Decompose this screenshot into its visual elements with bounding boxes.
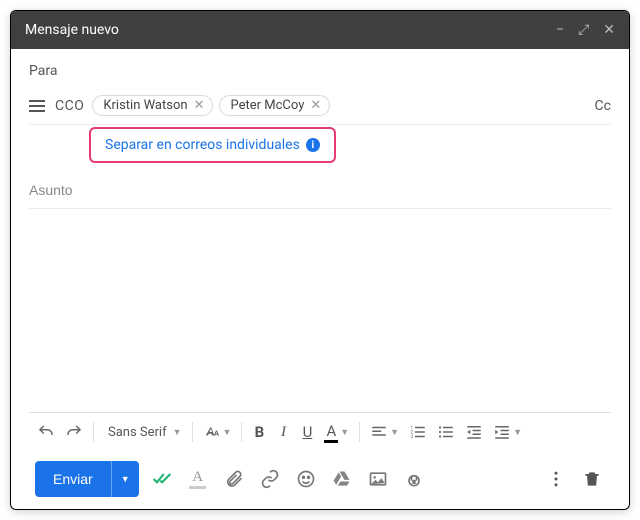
subject-row — [29, 171, 611, 209]
bcc-label[interactable]: CCO — [55, 98, 84, 114]
attachment-icon[interactable] — [221, 466, 247, 492]
image-icon[interactable] — [365, 466, 391, 492]
recipient-chip[interactable]: Peter McCoy ✕ — [219, 95, 330, 116]
close-icon[interactable]: ✕ — [603, 22, 615, 38]
compose-window: Mensaje nuevo − ⤢ ✕ Para CCO Kristin Wat… — [10, 10, 630, 510]
send-button[interactable]: Enviar — [35, 461, 111, 497]
chevron-down-icon: ▼ — [173, 427, 182, 438]
font-size-button[interactable]: ▼ — [199, 419, 236, 445]
chip-remove-icon[interactable]: ✕ — [310, 98, 321, 113]
font-family-select[interactable]: Sans Serif▼ — [100, 419, 186, 445]
menu-icon[interactable] — [29, 100, 45, 112]
to-label: Para — [29, 63, 57, 79]
recipients-row: CCO Kristin Watson ✕ Peter McCoy ✕ Cc — [29, 87, 611, 125]
subject-input[interactable] — [29, 174, 611, 206]
cc-toggle[interactable]: Cc — [595, 98, 611, 114]
svg-text:3: 3 — [411, 434, 414, 440]
double-check-icon[interactable] — [149, 466, 175, 492]
send-options-button[interactable]: ▼ — [111, 461, 139, 497]
text-style-button[interactable]: A — [185, 466, 211, 492]
ordered-list-button[interactable]: 123 — [405, 419, 431, 445]
expand-icon[interactable]: ⤢ — [578, 22, 589, 38]
more-options-icon[interactable] — [543, 466, 569, 492]
chevron-down-icon: ▼ — [121, 474, 130, 484]
minimize-icon[interactable]: − — [556, 22, 564, 38]
recipient-chip[interactable]: Kristin Watson ✕ — [92, 95, 213, 116]
info-icon[interactable]: i — [306, 138, 320, 152]
split-link-text: Separar en correos individuales — [105, 137, 300, 153]
chip-remove-icon[interactable]: ✕ — [194, 98, 205, 113]
bottom-bar: Enviar ▼ A — [29, 451, 611, 509]
format-toolbar: Sans Serif▼ ▼ B I U A▼ ▼ 123 ▼ — [29, 412, 611, 451]
confidential-icon[interactable] — [401, 466, 427, 492]
drive-icon[interactable] — [329, 466, 355, 492]
align-button[interactable]: ▼ — [366, 419, 403, 445]
italic-button[interactable]: I — [272, 419, 294, 445]
to-row: Para — [29, 49, 611, 87]
text-color-button[interactable]: A▼ — [320, 419, 353, 445]
recipient-chip-label: Kristin Watson — [103, 98, 187, 113]
emoji-icon[interactable] — [293, 466, 319, 492]
discard-icon[interactable] — [579, 466, 605, 492]
compose-body: Para CCO Kristin Watson ✕ Peter McCoy ✕ … — [11, 49, 629, 509]
indent-more-button[interactable]: ▼ — [489, 419, 526, 445]
unordered-list-button[interactable] — [433, 419, 459, 445]
separator — [359, 422, 360, 442]
separator — [93, 422, 94, 442]
chevron-down-icon: ▼ — [513, 427, 522, 438]
send-group: Enviar ▼ — [35, 461, 139, 497]
underline-button[interactable]: U — [296, 419, 318, 445]
recipient-chip-label: Peter McCoy — [230, 98, 304, 113]
split-individual-emails-link[interactable]: Separar en correos individuales i — [89, 127, 336, 163]
separator — [192, 422, 193, 442]
chevron-down-icon: ▼ — [340, 427, 349, 438]
link-icon[interactable] — [257, 466, 283, 492]
message-body-input[interactable] — [29, 209, 611, 412]
split-row: Separar en correos individuales i — [29, 125, 611, 171]
titlebar: Mensaje nuevo − ⤢ ✕ — [11, 11, 629, 49]
indent-less-button[interactable] — [461, 419, 487, 445]
undo-button[interactable] — [33, 419, 59, 445]
bold-button[interactable]: B — [248, 419, 270, 445]
chevron-down-icon: ▼ — [390, 427, 399, 438]
window-title: Mensaje nuevo — [25, 22, 542, 38]
redo-button[interactable] — [61, 419, 87, 445]
chevron-down-icon: ▼ — [223, 427, 232, 438]
separator — [241, 422, 242, 442]
